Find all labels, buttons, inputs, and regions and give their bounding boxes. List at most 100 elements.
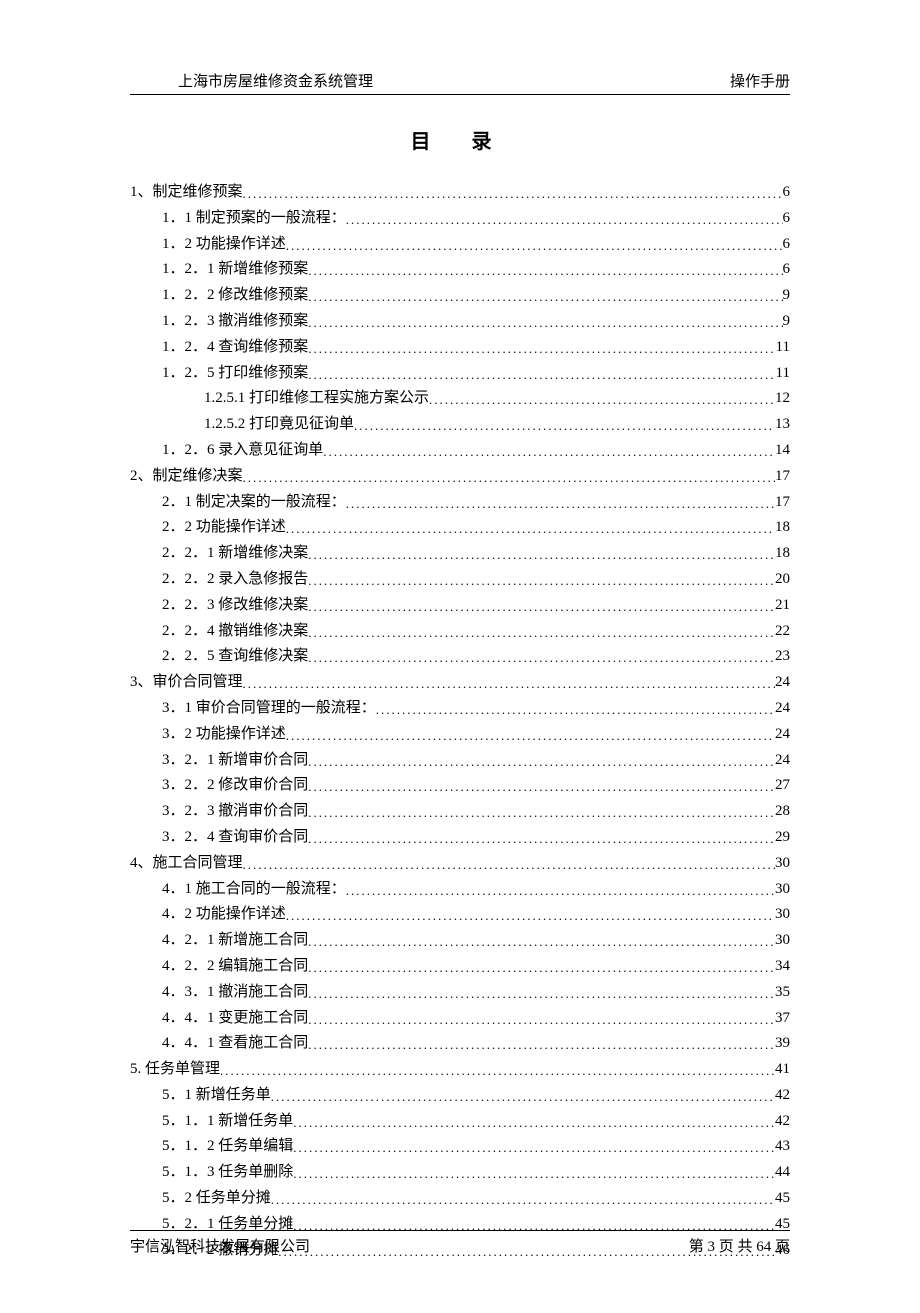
toc-entry[interactable]: 1．2．4 查询维修预案11 [130, 335, 790, 361]
toc-entry[interactable]: 5．1 新增任务单42 [130, 1083, 790, 1109]
toc-leader-dots [346, 493, 775, 515]
toc-leader-dots [220, 1060, 775, 1082]
toc-entry[interactable]: 1．2．1 新增维修预案6 [130, 257, 790, 283]
toc-entry[interactable]: 3、审价合同管理24 [130, 670, 790, 696]
toc-entry-label: 2．2．3 修改维修决案 [162, 593, 308, 619]
toc-entry-page: 30 [775, 877, 790, 903]
toc-entry-page: 24 [775, 722, 790, 748]
toc-entry-page: 11 [776, 335, 790, 361]
toc-entry[interactable]: 1.2.5.2 打印竟见征询单13 [130, 412, 790, 438]
toc-entry[interactable]: 5. 任务单管理41 [130, 1057, 790, 1083]
toc-entry[interactable]: 5．2 任务单分摊45 [130, 1186, 790, 1212]
toc-entry-page: 24 [775, 748, 790, 774]
toc-entry-label: 1．2．6 录入意见征询单 [162, 438, 323, 464]
toc-entry-label: 4、施工合同管理 [130, 851, 243, 877]
toc-entry-label: 4．2 功能操作详述 [162, 902, 286, 928]
toc-leader-dots [308, 983, 775, 1005]
toc-entry[interactable]: 4．2．1 新增施工合同30 [130, 928, 790, 954]
toc-entry[interactable]: 1．2．6 录入意见征询单 14 [130, 438, 790, 464]
toc-entry-page: 21 [775, 593, 790, 619]
toc-entry-page: 43 [775, 1134, 790, 1160]
toc-entry-page: 22 [775, 619, 790, 645]
toc-entry[interactable]: 3．1 审价合同管理的一般流程：24 [130, 696, 790, 722]
toc-entry-page: 9 [783, 309, 791, 335]
toc-entry-label: 1．2．5 打印维修预案 [162, 361, 308, 387]
toc-entry-label: 1.2.5.1 打印维修工程实施方案公示 [204, 386, 429, 412]
toc-entry[interactable]: 4．4．1 变更施工合同37 [130, 1006, 790, 1032]
toc-entry[interactable]: 1．2．2 修改维修预案9 [130, 283, 790, 309]
toc-leader-dots [293, 1137, 775, 1159]
toc-entry[interactable]: 1．2．5 打印维修预案11 [130, 361, 790, 387]
toc-entry[interactable]: 5．1．1 新增任务单42 [130, 1109, 790, 1135]
toc-leader-dots [286, 518, 775, 540]
toc-entry-page: 34 [775, 954, 790, 980]
toc-entry[interactable]: 1、制定维修预案6 [130, 180, 790, 206]
toc-leader-dots [308, 544, 775, 566]
page-footer: 宇信泓智科技发展有限公司 第 3 页 共 64 页 [130, 1230, 790, 1256]
toc-entry[interactable]: 3．2．4 查询审价合同29 [130, 825, 790, 851]
toc-entry-page: 6 [783, 257, 791, 283]
toc-leader-dots [243, 183, 783, 205]
toc-entry-label: 1．1 制定预案的一般流程： [162, 206, 346, 232]
toc-entry[interactable]: 5．1．3 任务单删除44 [130, 1160, 790, 1186]
toc-entry[interactable]: 2．2．3 修改维修决案 21 [130, 593, 790, 619]
toc-leader-dots [346, 880, 775, 902]
toc-leader-dots [243, 673, 775, 695]
toc-entry[interactable]: 2．2．1 新增维修决案 18 [130, 541, 790, 567]
toc-entry[interactable]: 3．2．2 修改审价合同 27 [130, 773, 790, 799]
toc-entry[interactable]: 4．3．1 撤消施工合同35 [130, 980, 790, 1006]
toc-entry-page: 6 [783, 232, 791, 258]
toc-entry[interactable]: 1．2．3 撤消维修预案9 [130, 309, 790, 335]
toc-entry-label: 3．2．2 修改审价合同 [162, 773, 308, 799]
toc-entry[interactable]: 3．2．3 撤消审价合同28 [130, 799, 790, 825]
toc-entry-page: 30 [775, 851, 790, 877]
toc-entry[interactable]: 2．2．2 录入急修报告20 [130, 567, 790, 593]
document-page: 上海市房屋维修资金系统管理 操作手册 目 录 1、制定维修预案61．1 制定预案… [0, 0, 920, 1313]
toc-entry-label: 2、制定维修决案 [130, 464, 243, 490]
toc-entry-page: 24 [775, 670, 790, 696]
toc-entry[interactable]: 3．2 功能操作详述24 [130, 722, 790, 748]
toc-leader-dots [308, 802, 775, 824]
toc-entry-page: 29 [775, 825, 790, 851]
toc-leader-dots [286, 235, 783, 257]
toc-entry-page: 6 [783, 180, 791, 206]
toc-entry-page: 14 [775, 438, 790, 464]
toc-entry-label: 2．2．4 撤销维修决案 [162, 619, 308, 645]
toc-entry-page: 18 [775, 541, 790, 567]
toc-leader-dots [243, 854, 775, 876]
toc-leader-dots [308, 647, 775, 669]
toc-entry[interactable]: 2、制定维修决案17 [130, 464, 790, 490]
toc-entry[interactable]: 1.2.5.1 打印维修工程实施方案公示12 [130, 386, 790, 412]
toc-entry[interactable]: 5．1．2 任务单编辑43 [130, 1134, 790, 1160]
toc-entry[interactable]: 4、施工合同管理 30 [130, 851, 790, 877]
toc-entry[interactable]: 1．1 制定预案的一般流程：6 [130, 206, 790, 232]
toc-leader-dots [354, 415, 775, 437]
toc-entry-page: 23 [775, 644, 790, 670]
toc-leader-dots [308, 1034, 775, 1056]
toc-entry-page: 35 [775, 980, 790, 1006]
toc-leader-dots [293, 1163, 775, 1185]
toc-leader-dots [308, 957, 775, 979]
toc-leader-dots [271, 1189, 775, 1211]
toc-entry[interactable]: 4．2．2 编辑施工合同34 [130, 954, 790, 980]
toc-entry[interactable]: 2．2．5 查询维修决案23 [130, 644, 790, 670]
toc-leader-dots [293, 1112, 775, 1134]
toc-entry[interactable]: 2．2 功能操作详述18 [130, 515, 790, 541]
header-title-left: 上海市房屋维修资金系统管理 [130, 70, 373, 91]
toc-entry[interactable]: 2．2．4 撤销维修决案 22 [130, 619, 790, 645]
toc-entry[interactable]: 3．2．1 新增审价合同24 [130, 748, 790, 774]
toc-entry[interactable]: 4．1 施工合同的一般流程：30 [130, 877, 790, 903]
toc-entry[interactable]: 2．1 制定决案的一般流程：17 [130, 490, 790, 516]
toc-entry-label: 2．2．1 新增维修决案 [162, 541, 308, 567]
toc-entry-page: 18 [775, 515, 790, 541]
toc-leader-dots [376, 699, 775, 721]
toc-leader-dots [308, 596, 775, 618]
toc-entry[interactable]: 4．4．1 查看施工合同39 [130, 1031, 790, 1057]
toc-entry-page: 30 [775, 902, 790, 928]
toc-entry-page: 27 [775, 773, 790, 799]
toc-entry-label: 5．1 新增任务单 [162, 1083, 271, 1109]
toc-entry-page: 24 [775, 696, 790, 722]
toc-entry-page: 20 [775, 567, 790, 593]
toc-entry[interactable]: 4．2 功能操作详述 30 [130, 902, 790, 928]
toc-entry[interactable]: 1．2 功能操作详述6 [130, 232, 790, 258]
